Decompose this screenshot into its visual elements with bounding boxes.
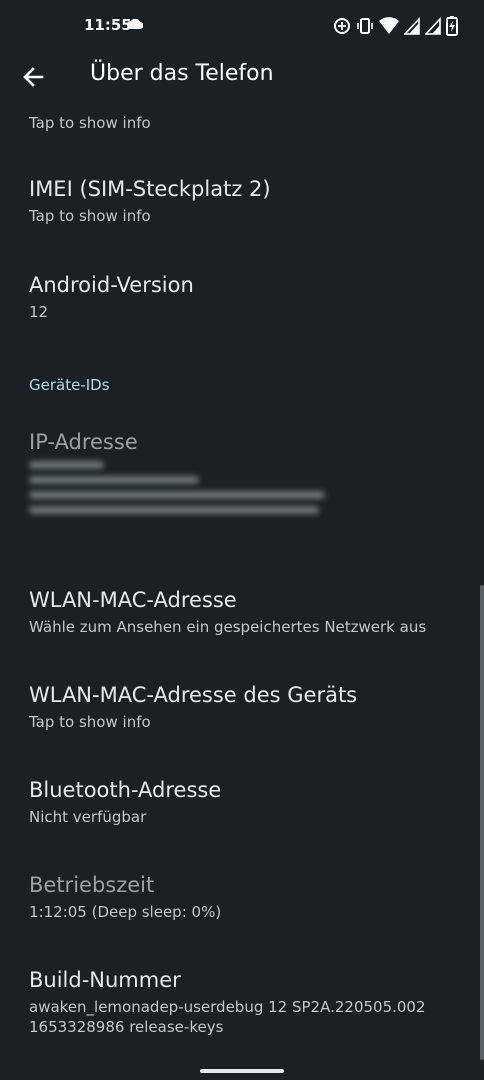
back-arrow-icon[interactable]	[20, 64, 46, 90]
ip-address-values-redacted	[29, 461, 459, 514]
page-title: Über das Telefon	[90, 61, 274, 86]
item-subtitle: Tap to show info	[29, 207, 151, 225]
item-subtitle: 1:12:05 (Deep sleep: 0%)	[29, 903, 222, 921]
signal-icon-2	[425, 17, 441, 35]
item-subtitle: awaken_lemonadep-userdebug 12 SP2A.22050…	[29, 998, 426, 1036]
list-item-uptime[interactable]: Betriebszeit 1:12:05 (Deep sleep: 0%)	[29, 872, 459, 922]
list-item-wlan-mac[interactable]: WLAN-MAC-Adresse Wähle zum Ansehen ein g…	[29, 587, 459, 637]
list-item-imei-sim1[interactable]: Tap to show info	[29, 113, 459, 133]
item-subtitle: Tap to show info	[29, 713, 151, 731]
item-subtitle: Wähle zum Ansehen ein gespeichertes Netz…	[29, 618, 427, 636]
gesture-nav-handle[interactable]	[200, 1069, 284, 1073]
item-title: Build-Nummer	[29, 968, 181, 992]
item-subtitle: Tap to show info	[29, 114, 151, 132]
list-item-ip-address[interactable]: IP-Adresse	[29, 429, 459, 521]
status-icons	[333, 16, 458, 36]
list-item-imei-sim2[interactable]: IMEI (SIM-Steckplatz 2) Tap to show info	[29, 176, 459, 226]
list-item-build-number[interactable]: Build-Nummer awaken_lemonadep-userdebug …	[29, 967, 459, 1037]
status-time: 11:55	[84, 16, 132, 34]
item-title: IP-Adresse	[29, 430, 138, 454]
item-title: Betriebszeit	[29, 873, 155, 897]
item-title: IMEI (SIM-Steckplatz 2)	[29, 177, 271, 201]
signal-icon	[404, 17, 420, 35]
list-item-device-wlan-mac[interactable]: WLAN-MAC-Adresse des Geräts Tap to show …	[29, 682, 459, 732]
item-subtitle: Nicht verfügbar	[29, 808, 147, 826]
item-title: Android-Version	[29, 273, 194, 297]
section-header-device-ids: Geräte-IDs	[29, 376, 110, 394]
wifi-icon	[379, 17, 399, 34]
item-title: Bluetooth-Adresse	[29, 778, 222, 802]
app-bar: Über das Telefon	[0, 52, 484, 102]
list-item-bluetooth-address[interactable]: Bluetooth-Adresse Nicht verfügbar	[29, 777, 459, 827]
item-title: WLAN-MAC-Adresse	[29, 588, 237, 612]
scrollbar[interactable]	[480, 585, 484, 1060]
item-title: WLAN-MAC-Adresse des Geräts	[29, 683, 358, 707]
item-subtitle: 12	[29, 303, 49, 321]
status-bar: 11:55	[0, 0, 484, 52]
list-item-android-version[interactable]: Android-Version 12	[29, 272, 459, 322]
battery-charging-icon	[446, 16, 458, 36]
vibrate-icon	[357, 18, 373, 34]
cloud-icon	[127, 19, 143, 29]
data-saver-icon	[334, 18, 350, 34]
